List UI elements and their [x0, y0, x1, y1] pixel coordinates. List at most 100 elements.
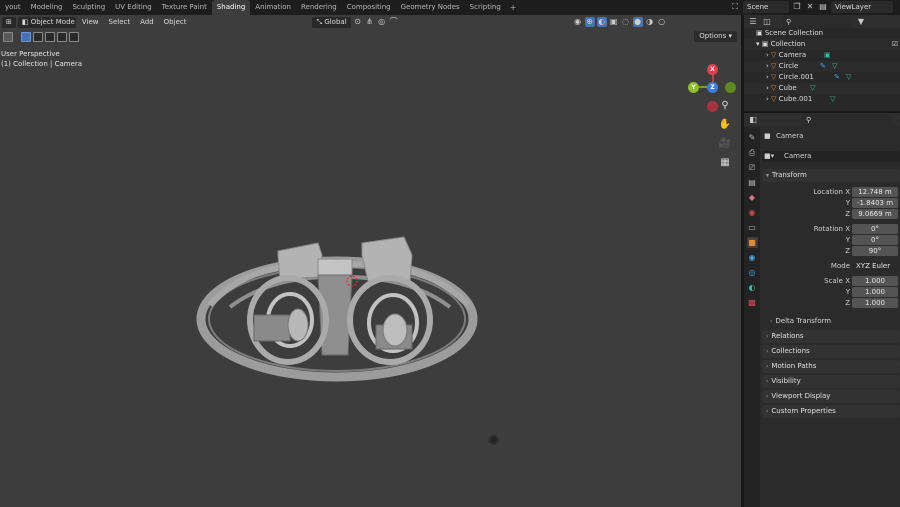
visibility-panel-header[interactable]: › Visibility — [762, 375, 900, 388]
output-icon[interactable]: ⎚ — [747, 162, 758, 173]
outliner-item-camera[interactable]: › ▽ Camera ▣ — [744, 50, 900, 61]
object-name-label[interactable]: Camera — [776, 131, 803, 142]
rotation-y-field[interactable]: 0° — [852, 235, 898, 245]
snap-icon[interactable]: ⋔ — [365, 17, 375, 27]
modifier-icon[interactable]: ◉ — [747, 252, 758, 263]
workspace-tab-layout[interactable]: yout — [0, 0, 26, 15]
collection-icon[interactable]: ▭ — [747, 222, 758, 233]
rotation-z-field[interactable]: 90° — [852, 246, 898, 256]
view-layer-field[interactable]: ViewLayer — [831, 1, 893, 13]
duplicate-icon[interactable]: ❐ — [792, 2, 802, 12]
xray-icon[interactable]: ▣ — [609, 17, 619, 27]
tool-icon[interactable]: ✎ — [747, 132, 758, 143]
object-icon[interactable]: ■ — [746, 237, 758, 248]
select-new-icon[interactable] — [21, 32, 31, 42]
proportional-edit-icon[interactable]: ◎ — [377, 17, 387, 27]
viewport-display-panel-header[interactable]: › Viewport Display — [762, 390, 900, 403]
scene-icon[interactable]: ⛶ — [730, 2, 740, 12]
view-layer-icon[interactable]: ▤ — [747, 177, 758, 188]
gizmo-y-negative[interactable] — [725, 82, 736, 93]
workspace-tab-texture-paint[interactable]: Texture Paint — [157, 0, 212, 15]
outliner-collection[interactable]: ▾ ▣ Collection ☑ — [744, 39, 900, 50]
collections-panel-header[interactable]: › Collections — [762, 345, 900, 358]
outliner-item-circle-001[interactable]: › ▽ Circle.001 ✎ ▽ — [744, 72, 900, 83]
view-layer-icon[interactable]: ▤ — [818, 2, 828, 12]
gizmo-toggle-icon[interactable]: ⊕ — [584, 17, 595, 27]
world-icon[interactable]: ◉ — [747, 207, 758, 218]
overlay-toggle-icon[interactable]: ◐ — [596, 17, 607, 27]
shading-material-icon[interactable]: ◑ — [645, 17, 655, 27]
location-y-field[interactable]: -1.8403 m — [852, 198, 898, 208]
select-subtract-icon[interactable] — [45, 32, 55, 42]
location-x-field[interactable]: 12.748 m — [852, 187, 898, 197]
workspace-tab-sculpting[interactable]: Sculpting — [67, 0, 110, 15]
rotation-x-field[interactable]: 0° — [852, 224, 898, 234]
properties-editor-icon[interactable]: ◧ — [748, 115, 758, 125]
scene-name-field[interactable]: Scene — [743, 1, 789, 13]
workspace-tab-modeling[interactable]: Modeling — [26, 0, 68, 15]
workspace-tab-animation[interactable]: Animation — [250, 0, 296, 15]
select-tool-icon[interactable] — [3, 32, 13, 42]
falloff-icon[interactable]: ⌒ — [389, 17, 399, 27]
scene-icon[interactable]: ◆ — [747, 192, 758, 203]
workspace-tab-compositing[interactable]: Compositing — [342, 0, 396, 15]
menu-view[interactable]: View — [78, 17, 103, 28]
camera-view-icon[interactable]: 🎥 — [718, 137, 732, 151]
select-extend-icon[interactable] — [33, 32, 43, 42]
gizmo-x-positive[interactable]: X — [707, 64, 718, 75]
editor-type-button[interactable]: ⊞ — [2, 16, 16, 28]
outliner-scene-collection[interactable]: ▣ Scene Collection — [744, 28, 900, 39]
options-button[interactable]: Options ▾ — [694, 31, 737, 42]
delta-transform-subpanel[interactable]: › Delta Transform — [766, 315, 896, 327]
location-z-field[interactable]: 9.0669 m — [852, 209, 898, 219]
filter-icon[interactable]: ▼ — [856, 17, 866, 27]
grid-icon[interactable]: ▦ — [718, 156, 732, 170]
shading-rendered-icon[interactable]: ○ — [657, 17, 667, 27]
motion-paths-panel-header[interactable]: › Motion Paths — [762, 360, 900, 373]
workspace-tab-geometry-nodes[interactable]: Geometry Nodes — [396, 0, 465, 15]
select-intersect-icon[interactable] — [69, 32, 79, 42]
transform-panel-header[interactable]: ▾ Transform — [762, 169, 900, 182]
add-workspace-button[interactable]: + — [506, 3, 521, 12]
workspace-tab-shading[interactable]: Shading — [211, 0, 251, 15]
outliner-search-field[interactable]: ⚲ — [782, 15, 852, 28]
properties-search-field[interactable]: ⚲ — [802, 113, 892, 126]
transform-orientation-selector[interactable]: ⤡ Global — [312, 16, 351, 28]
zoom-icon[interactable]: ⚲ — [718, 99, 732, 113]
select-invert-icon[interactable] — [57, 32, 67, 42]
workspace-tab-scripting[interactable]: Scripting — [465, 0, 506, 15]
outliner-item-cube-001[interactable]: › ▽ Cube.001 ▽ — [744, 94, 900, 105]
checkbox-icon[interactable]: ☑ — [892, 39, 898, 50]
scale-y-field[interactable]: 1.000 — [852, 287, 898, 297]
scale-z-field[interactable]: 1.000 — [852, 298, 898, 308]
gizmo-y-positive[interactable]: Y — [688, 82, 699, 93]
gizmo-z-positive[interactable]: Z — [707, 82, 718, 93]
outliner-item-cube[interactable]: › ▽ Cube ▽ — [744, 83, 900, 94]
shading-solid-icon[interactable]: ● — [632, 17, 643, 27]
gizmo-x-negative[interactable] — [707, 101, 718, 112]
close-icon[interactable]: ✕ — [805, 2, 815, 12]
light-icon[interactable]: ✺ — [488, 433, 500, 449]
scale-x-field[interactable]: 1.000 — [852, 276, 898, 286]
outliner-item-circle[interactable]: › ▽ Circle ✎ ▽ — [744, 61, 900, 72]
workspace-tab-uv-editing[interactable]: UV Editing — [110, 0, 157, 15]
custom-properties-panel-header[interactable]: › Custom Properties — [762, 405, 900, 418]
scene-model[interactable] — [190, 215, 490, 395]
menu-add[interactable]: Add — [136, 17, 158, 28]
hand-icon[interactable]: ✋ — [718, 118, 732, 132]
3d-viewport[interactable]: ⊞ ◧ Object Mode View Select Add Object ⤡… — [0, 15, 741, 507]
workspace-tab-rendering[interactable]: Rendering — [296, 0, 342, 15]
visibility-icon[interactable]: ◉ — [573, 17, 583, 27]
constraints-icon[interactable]: ▩ — [747, 297, 758, 308]
data-block-row[interactable]: ■▾ Camera — [762, 151, 900, 162]
outliner-editor-icon[interactable]: ☰ — [748, 17, 758, 27]
rotation-mode-select[interactable]: XYZ Euler ▾ — [852, 261, 900, 271]
shading-wireframe-icon[interactable]: ◌ — [621, 17, 631, 27]
relations-panel-header[interactable]: › Relations — [762, 330, 900, 343]
render-icon[interactable]: ⎙ — [747, 147, 758, 158]
menu-select[interactable]: Select — [105, 17, 135, 28]
mode-selector[interactable]: ◧ Object Mode — [17, 16, 76, 28]
pivot-icon[interactable]: ⊙ — [353, 17, 363, 27]
physics-icon[interactable]: ◐ — [747, 282, 758, 293]
display-mode-icon[interactable]: ◫ — [762, 17, 772, 27]
